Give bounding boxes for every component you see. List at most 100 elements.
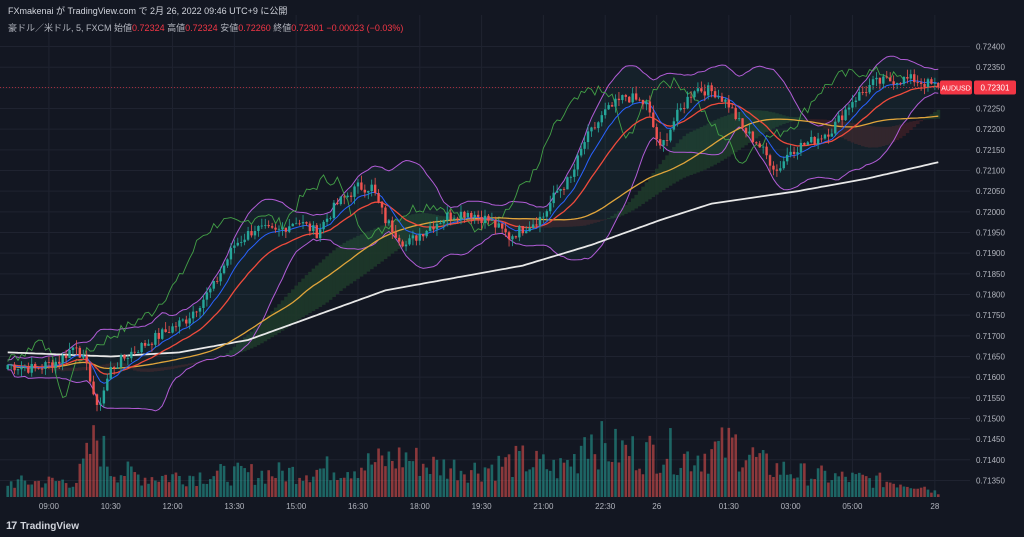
candle-body[interactable] — [799, 142, 803, 153]
candle-body[interactable] — [662, 140, 665, 146]
candle-body[interactable] — [579, 148, 583, 156]
candle-body[interactable] — [895, 82, 899, 85]
candle-body[interactable] — [840, 115, 844, 121]
candle-body[interactable] — [507, 232, 511, 240]
candle-body[interactable] — [816, 138, 820, 145]
candle-body[interactable] — [370, 184, 373, 192]
candle-body[interactable] — [294, 223, 298, 225]
candle-body[interactable] — [607, 105, 610, 110]
candle-body[interactable] — [727, 99, 731, 108]
brand[interactable]: 17 TradingView — [6, 520, 79, 532]
candle-body[interactable] — [439, 223, 442, 225]
candle-body[interactable] — [459, 211, 463, 220]
candle-body[interactable] — [126, 358, 130, 360]
candle-body[interactable] — [226, 259, 229, 266]
candle-body[interactable] — [215, 280, 219, 282]
candle-body[interactable] — [535, 224, 538, 226]
candle-body[interactable] — [308, 223, 312, 232]
candle-body[interactable] — [432, 226, 435, 230]
candle-body[interactable] — [109, 366, 112, 379]
candle-body[interactable] — [610, 105, 614, 107]
candle-body[interactable] — [624, 95, 628, 97]
candle-body[interactable] — [394, 232, 397, 238]
candle-body[interactable] — [713, 91, 717, 98]
candle-body[interactable] — [559, 188, 562, 191]
candle-body[interactable] — [301, 222, 305, 224]
candle-body[interactable] — [85, 355, 88, 364]
candle-body[interactable] — [858, 92, 861, 101]
candle-body[interactable] — [504, 228, 507, 233]
candle-body[interactable] — [346, 195, 349, 198]
candle-body[interactable] — [33, 363, 37, 368]
candle-body[interactable] — [425, 230, 428, 237]
candle-body[interactable] — [195, 311, 198, 313]
candle-body[interactable] — [789, 151, 792, 155]
candle-body[interactable] — [899, 82, 902, 84]
candle-body[interactable] — [734, 107, 737, 120]
candle-body[interactable] — [813, 136, 816, 145]
candle-body[interactable] — [298, 223, 301, 225]
candle-body[interactable] — [360, 182, 363, 190]
candle-body[interactable] — [480, 216, 483, 224]
candle-body[interactable] — [923, 83, 926, 87]
candle-body[interactable] — [676, 109, 679, 122]
candle-body[interactable] — [597, 122, 600, 129]
candle-body[interactable] — [442, 220, 446, 224]
candle-body[interactable] — [68, 350, 71, 358]
candle-body[interactable] — [827, 134, 830, 137]
candle-body[interactable] — [837, 115, 840, 122]
candle-body[interactable] — [851, 102, 854, 108]
candle-body[interactable] — [270, 226, 274, 228]
candle-body[interactable] — [305, 222, 308, 224]
candle-body[interactable] — [847, 107, 851, 110]
candle-body[interactable] — [349, 195, 353, 197]
candle-body[interactable] — [191, 311, 195, 319]
candle-body[interactable] — [243, 239, 246, 243]
candle-body[interactable] — [236, 242, 239, 246]
candle-body[interactable] — [549, 203, 552, 212]
candle-body[interactable] — [634, 93, 638, 100]
candle-body[interactable] — [281, 227, 284, 229]
candle-body[interactable] — [542, 216, 545, 218]
candle-body[interactable] — [99, 403, 102, 405]
candle-body[interactable] — [202, 299, 205, 308]
candle-body[interactable] — [264, 225, 267, 226]
candle-body[interactable] — [511, 236, 514, 240]
candle-body[interactable] — [51, 362, 54, 368]
candle-body[interactable] — [834, 121, 837, 134]
candle-body[interactable] — [284, 227, 288, 232]
candle-body[interactable] — [367, 191, 370, 193]
candle-body[interactable] — [693, 91, 696, 98]
candle-body[interactable] — [604, 109, 607, 116]
candle-body[interactable] — [689, 96, 693, 98]
candle-body[interactable] — [6, 364, 9, 369]
candle-body[interactable] — [566, 177, 569, 190]
candle-body[interactable] — [926, 79, 930, 87]
candle-body[interactable] — [930, 79, 933, 84]
candle-body[interactable] — [497, 223, 500, 228]
candle-body[interactable] — [325, 218, 329, 222]
candle-body[interactable] — [435, 223, 439, 230]
candle-body[interactable] — [892, 81, 895, 85]
candle-body[interactable] — [384, 207, 387, 224]
candle-body[interactable] — [902, 77, 906, 84]
candle-body[interactable] — [686, 96, 689, 109]
candle-body[interactable] — [47, 362, 51, 363]
candle-body[interactable] — [473, 214, 476, 218]
candle-body[interactable] — [487, 215, 490, 221]
candle-body[interactable] — [741, 118, 744, 129]
candle-body[interactable] — [401, 241, 404, 247]
candle-body[interactable] — [885, 76, 888, 78]
candle-body[interactable] — [555, 190, 559, 193]
candle-body[interactable] — [408, 238, 411, 245]
candle-body[interactable] — [854, 100, 858, 103]
candle-body[interactable] — [820, 138, 823, 140]
candle-body[interactable] — [737, 118, 741, 120]
candle-body[interactable] — [291, 223, 294, 227]
candle-body[interactable] — [731, 107, 734, 109]
candle-body[interactable] — [404, 244, 408, 247]
candle-body[interactable] — [696, 88, 700, 92]
candle-body[interactable] — [645, 101, 648, 105]
candle-body[interactable] — [106, 378, 109, 391]
candle-body[interactable] — [463, 211, 466, 218]
